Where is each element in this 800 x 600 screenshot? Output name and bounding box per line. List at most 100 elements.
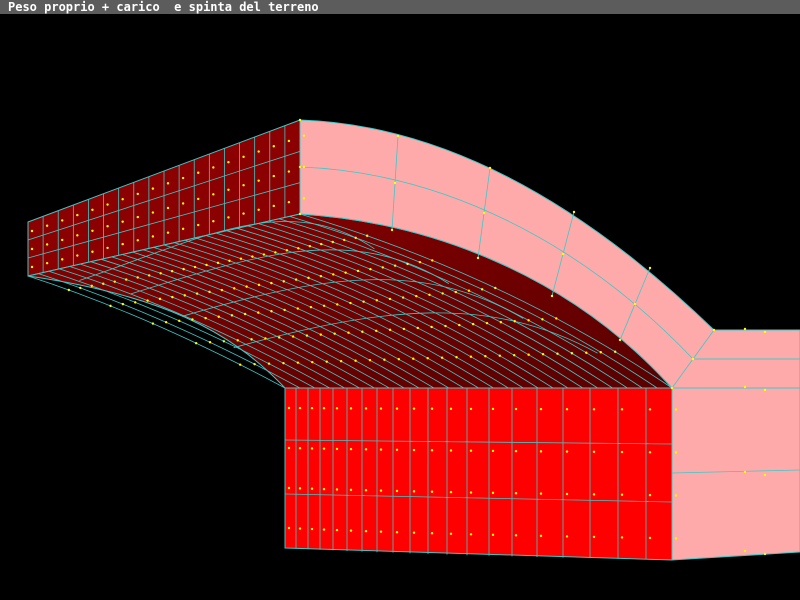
mesh-node xyxy=(233,287,236,290)
mesh-node xyxy=(397,358,401,361)
mesh-node xyxy=(257,150,260,153)
mesh-node xyxy=(565,450,569,453)
mesh-node xyxy=(674,494,678,497)
mesh-node xyxy=(592,493,596,496)
mesh-node xyxy=(296,361,300,364)
mesh-node xyxy=(691,357,695,361)
mesh-node xyxy=(395,531,399,534)
mesh-node xyxy=(335,447,339,451)
mesh-node xyxy=(283,308,286,312)
mesh-node xyxy=(430,449,434,452)
mesh-node xyxy=(212,193,215,196)
mesh-node xyxy=(227,160,230,164)
mesh-node xyxy=(670,386,674,390)
mesh-node xyxy=(440,356,444,359)
mesh-node xyxy=(311,360,314,364)
mesh-node xyxy=(565,408,569,411)
mesh-node xyxy=(415,294,418,298)
mesh-node xyxy=(455,356,458,359)
mesh-node xyxy=(336,303,339,306)
mesh-node xyxy=(539,492,543,495)
mesh-node xyxy=(469,355,473,358)
mesh-node xyxy=(262,253,266,256)
mesh-node xyxy=(395,489,399,493)
mesh-node xyxy=(513,320,516,323)
mesh-node xyxy=(282,280,285,283)
mesh-node xyxy=(369,267,372,271)
mesh-node xyxy=(712,328,716,332)
mesh-node xyxy=(274,251,277,254)
mesh-node xyxy=(91,208,94,212)
mesh-node xyxy=(322,304,326,307)
mesh-node xyxy=(381,266,384,269)
mesh-node xyxy=(182,267,185,271)
mesh-node xyxy=(151,235,155,238)
mesh-node xyxy=(364,529,368,533)
mesh-node xyxy=(556,352,559,355)
mesh-node xyxy=(298,212,302,216)
mesh-node xyxy=(388,297,392,301)
mesh-node xyxy=(743,549,747,553)
mesh-node xyxy=(243,312,247,316)
mesh-node xyxy=(444,324,447,328)
mesh-node xyxy=(61,258,64,261)
mesh-node xyxy=(102,282,105,285)
mesh-node xyxy=(763,330,767,334)
mesh-node xyxy=(278,336,281,339)
mesh-node xyxy=(379,530,383,533)
mesh-node xyxy=(354,236,357,240)
mesh-node xyxy=(361,330,364,333)
mesh-node xyxy=(191,318,194,321)
mesh-node xyxy=(257,283,261,287)
mesh-node xyxy=(197,171,200,174)
mesh-node xyxy=(270,310,273,313)
mesh-node xyxy=(320,242,323,246)
mesh-node xyxy=(125,278,128,281)
mesh-node xyxy=(393,181,397,185)
mesh-node xyxy=(136,276,139,279)
mesh-node xyxy=(364,489,368,492)
mesh-node xyxy=(458,323,461,327)
mesh-node xyxy=(272,204,275,208)
mesh-node xyxy=(362,300,365,303)
mesh-node xyxy=(449,407,453,411)
mesh-node xyxy=(349,407,353,410)
mesh-node xyxy=(648,451,652,454)
mesh-node xyxy=(302,134,306,137)
mesh-node xyxy=(491,407,495,411)
mesh-node xyxy=(236,339,239,342)
mesh-node xyxy=(158,297,162,301)
mesh-node xyxy=(572,210,576,214)
mesh-node xyxy=(344,271,347,274)
mesh-node xyxy=(393,264,397,267)
mesh-node xyxy=(151,187,155,190)
mesh-node xyxy=(349,447,353,451)
mesh-node xyxy=(166,206,170,210)
mesh-node xyxy=(484,355,487,358)
mesh-node xyxy=(383,358,386,361)
mesh-node xyxy=(648,536,652,540)
mesh-node xyxy=(332,273,335,276)
mesh-node xyxy=(136,239,139,242)
mesh-node xyxy=(539,534,543,538)
mesh-node xyxy=(227,216,230,219)
mesh-node xyxy=(287,139,291,143)
mesh-node xyxy=(335,528,339,532)
mesh-node xyxy=(349,301,352,305)
mesh-node xyxy=(181,202,185,205)
mesh-node xyxy=(412,357,415,360)
mesh-node xyxy=(302,197,306,200)
mesh-node xyxy=(91,250,94,253)
mesh-node xyxy=(319,333,323,336)
mesh-node xyxy=(430,532,434,535)
mesh-node xyxy=(471,322,475,326)
mesh-node xyxy=(294,278,298,281)
mesh-node xyxy=(264,337,267,340)
mesh-node xyxy=(178,319,181,323)
mesh-node xyxy=(205,263,208,267)
render-viewport[interactable] xyxy=(0,14,800,600)
mesh-node xyxy=(570,352,574,355)
mesh-node xyxy=(208,341,212,344)
mesh-node xyxy=(527,353,530,356)
mesh-node xyxy=(134,301,137,304)
